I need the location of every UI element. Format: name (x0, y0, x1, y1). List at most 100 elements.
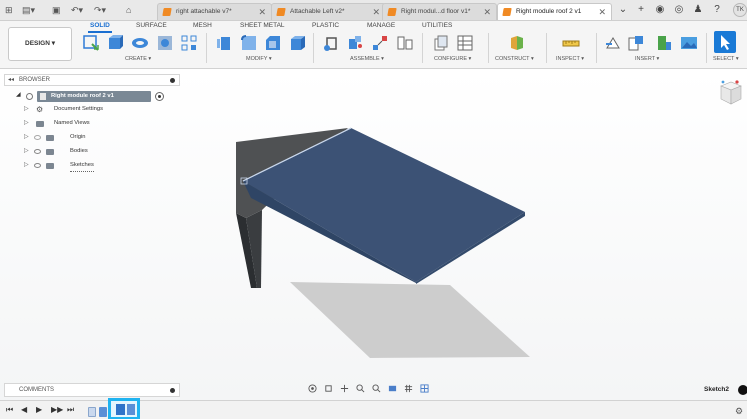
tab-utilities[interactable]: UTILITIES (422, 22, 452, 29)
timeline-settings-icon[interactable]: ⚙ (735, 406, 743, 417)
model-canvas[interactable] (0, 70, 747, 400)
file-menu-icon[interactable]: ▤▾ (22, 4, 35, 16)
step-back-icon[interactable]: ◀ (21, 405, 27, 415)
tab-right-attachable[interactable]: right attachable v7* ✕ (157, 3, 272, 20)
expand-arrow-icon[interactable]: ▷ (24, 146, 29, 157)
add-comment-icon[interactable] (170, 388, 175, 393)
tab-mesh[interactable]: MESH (193, 22, 212, 29)
close-icon[interactable]: ✕ (598, 4, 606, 20)
inspect-group-label[interactable]: INSPECT ▾ (556, 56, 584, 62)
tab-right-module-roof[interactable]: Right module roof 2 v1 ✕ (497, 3, 612, 20)
timeline-selected-feature[interactable] (108, 398, 140, 419)
viewports-icon[interactable] (420, 384, 429, 393)
extensions-icon[interactable]: ◉ (654, 4, 666, 16)
collapse-icon[interactable]: ◂◂ (8, 75, 14, 85)
expand-arrow-icon[interactable]: ◢ (16, 91, 21, 98)
undo-icon[interactable]: ↶▾ (71, 4, 83, 16)
configuration-table-icon[interactable] (456, 34, 474, 52)
tab-attachable-left[interactable]: Attachable Left v2* ✕ (271, 3, 386, 20)
expand-arrow-icon[interactable]: ▷ (24, 118, 29, 129)
configure-group-label[interactable]: CONFIGURE ▾ (434, 56, 471, 62)
go-to-start-icon[interactable]: ⏮ (6, 405, 13, 415)
insert-decal-icon[interactable] (627, 34, 645, 52)
modify-group-label[interactable]: MODIFY ▾ (246, 56, 272, 62)
insert-mcmaster-icon[interactable] (655, 34, 673, 52)
visibility-icon[interactable] (26, 93, 33, 100)
help-icon[interactable]: ? (711, 4, 723, 16)
tab-sheet-metal[interactable]: SHEET METAL (240, 22, 285, 29)
hidden-eye-icon[interactable] (34, 135, 41, 140)
grid-settings-icon[interactable] (404, 384, 413, 393)
create-sketch-icon[interactable] (82, 34, 100, 52)
tab-solid[interactable]: SOLID (90, 22, 110, 29)
close-icon[interactable]: ✕ (372, 4, 380, 20)
tab-right-module-floor[interactable]: Right modul...d floor v1* ✕ (382, 3, 497, 20)
measure-icon[interactable] (562, 34, 580, 52)
new-component-icon[interactable] (322, 34, 340, 52)
step-forward-icon[interactable]: ▶▶ (51, 405, 63, 415)
fillet-icon[interactable] (240, 34, 258, 52)
insert-group-label[interactable]: INSERT ▾ (635, 56, 659, 62)
redo-icon[interactable]: ↷▾ (94, 4, 106, 16)
display-settings-icon[interactable] (388, 384, 397, 393)
sketch-status-badge[interactable] (738, 385, 747, 395)
construct-group-label[interactable]: CONSTRUCT ▾ (495, 56, 534, 62)
tab-manage[interactable]: MANAGE (367, 22, 395, 29)
comments-panel[interactable]: COMMENTS (4, 383, 180, 397)
create-group-label[interactable]: CREATE ▾ (125, 56, 151, 62)
press-pull-icon[interactable] (215, 34, 233, 52)
select-icon[interactable] (714, 31, 736, 53)
play-icon[interactable]: ▶ (36, 405, 42, 415)
expand-arrow-icon[interactable]: ▷ (24, 160, 29, 171)
as-built-joint-icon[interactable] (371, 34, 389, 52)
shell-icon[interactable] (288, 34, 306, 52)
close-icon[interactable]: ✕ (483, 4, 491, 20)
job-status-icon[interactable]: ◎ (673, 4, 685, 16)
app-grid-icon[interactable]: ⊞ (5, 4, 13, 16)
save-icon[interactable]: ▣ (52, 4, 61, 16)
go-to-end-icon[interactable]: ⏭ (67, 405, 74, 415)
pin-icon[interactable] (170, 78, 175, 83)
tab-plastic[interactable]: PLASTIC (312, 22, 339, 29)
timeline-feature-icon (127, 404, 135, 415)
offset-plane-icon[interactable] (508, 34, 526, 52)
hole-icon[interactable] (156, 34, 174, 52)
tab-surface[interactable]: SURFACE (136, 22, 167, 29)
activate-radio-icon[interactable] (155, 92, 164, 101)
insert-derive-icon[interactable] (604, 34, 622, 52)
chamfer-icon[interactable] (264, 34, 282, 52)
home-icon[interactable]: ⌂ (126, 4, 131, 16)
folder-icon (46, 149, 54, 155)
timeline-extrude-feature[interactable] (99, 407, 107, 417)
view-cube[interactable] (717, 78, 745, 108)
expand-arrow-icon[interactable]: ▷ (24, 132, 29, 143)
eye-icon[interactable] (34, 149, 41, 154)
pattern-icon[interactable] (180, 34, 198, 52)
motion-link-icon[interactable] (396, 34, 414, 52)
fit-icon[interactable] (372, 384, 381, 393)
assemble-group-label[interactable]: ASSEMBLE ▾ (350, 56, 384, 62)
notifications-icon[interactable]: ♟ (692, 4, 704, 16)
timeline-sketch-feature[interactable] (88, 407, 96, 417)
browser-item-label: Named Views (54, 120, 90, 126)
root-component[interactable]: Right module roof 2 v1 (37, 91, 151, 102)
browser-panel-header[interactable]: ◂◂ BROWSER (4, 74, 180, 86)
expand-arrow-icon[interactable]: ▷ (24, 104, 29, 115)
revolve-icon[interactable] (131, 34, 149, 52)
avatar[interactable]: TK (733, 3, 747, 17)
configure-icon[interactable] (433, 34, 451, 52)
look-at-icon[interactable] (324, 384, 333, 393)
orbit-icon[interactable] (308, 384, 317, 393)
canvas-viewport[interactable]: ◂◂ BROWSER ◢ Right module roof 2 v1 ▷ ⚙ … (0, 70, 747, 400)
workspace-switcher-button[interactable]: DESIGN ▾ (8, 27, 72, 61)
new-tab-icon[interactable]: + (635, 4, 647, 16)
extrude-icon[interactable] (106, 34, 124, 52)
insert-canvas-icon[interactable] (680, 34, 698, 52)
joint-icon[interactable] (346, 34, 364, 52)
eye-icon[interactable] (34, 163, 41, 168)
tab-overflow-icon[interactable]: ⌄ (617, 4, 629, 16)
pan-icon[interactable] (340, 384, 349, 393)
close-icon[interactable]: ✕ (258, 4, 266, 20)
select-group-label[interactable]: SELECT ▾ (713, 56, 739, 62)
zoom-icon[interactable] (356, 384, 365, 393)
